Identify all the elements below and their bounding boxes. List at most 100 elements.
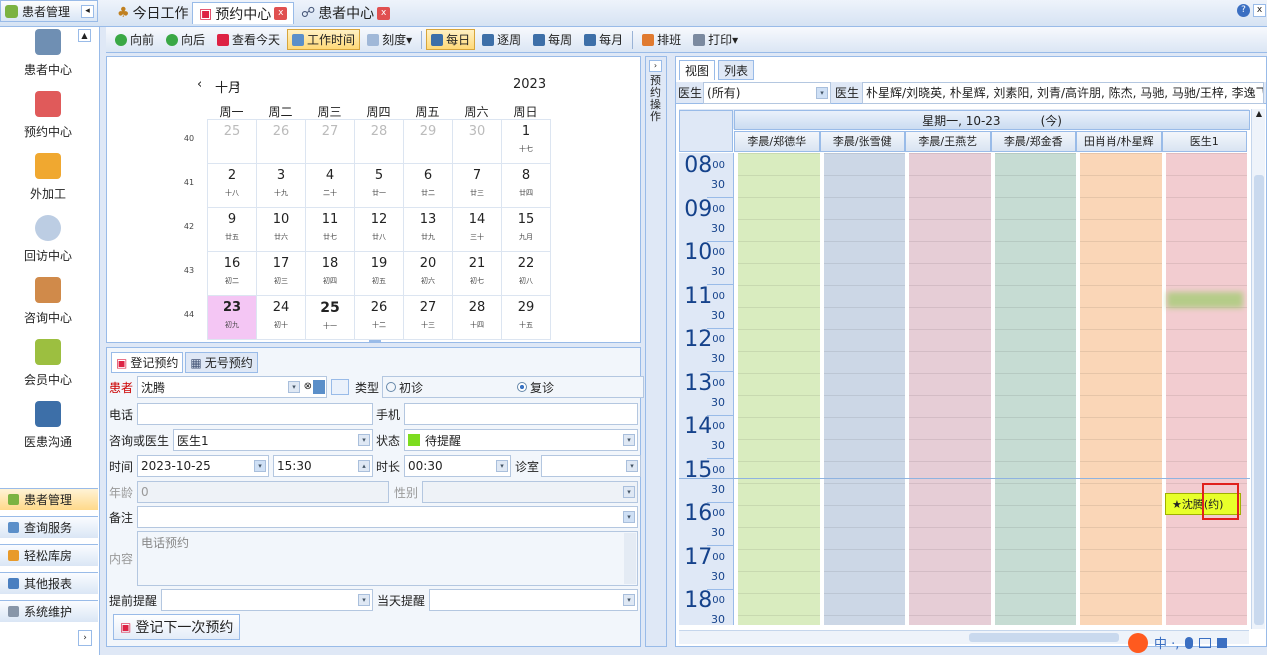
calendar-day[interactable]: 29 十五	[501, 295, 551, 340]
resource-column[interactable]	[1165, 153, 1247, 625]
resource-column-header[interactable]: 李晨/王燕艺	[905, 131, 991, 152]
calendar-day[interactable]: 7 廿三	[452, 163, 502, 208]
calendar-day[interactable]: 20 初六	[403, 251, 453, 296]
close-icon[interactable]: x	[377, 6, 391, 20]
patient-list-icon[interactable]	[331, 379, 349, 395]
scroll-thumb[interactable]	[1254, 175, 1264, 625]
scroll-up-icon[interactable]: ▲	[78, 29, 91, 42]
calendar-day[interactable]: 15 九月	[501, 207, 551, 252]
calendar-day[interactable]: 29	[403, 119, 453, 164]
resource-column[interactable]	[1080, 153, 1162, 625]
doctor-filter-select[interactable]: (所有) ▾	[703, 81, 832, 104]
nav-item-doctor-patient[interactable]: 医患沟通	[0, 401, 96, 450]
resource-column-header[interactable]: 李晨/郑金香	[990, 131, 1076, 152]
dropdown-icon[interactable]: ▾	[626, 460, 638, 472]
calendar-day[interactable]: 14 三十	[452, 207, 502, 252]
nav-item-consult-center[interactable]: 咨询中心	[0, 277, 96, 326]
calendar-day[interactable]: 10 廿六	[256, 207, 306, 252]
appointment-actions-strip[interactable]: › 预约操作	[645, 56, 667, 647]
calendar-day[interactable]: 5 廿一	[354, 163, 404, 208]
spinner-icon[interactable]: ▴	[358, 460, 370, 472]
expand-icon[interactable]: ›	[78, 630, 92, 646]
calendar-day[interactable]: 28	[354, 119, 404, 164]
accordion-query[interactable]: 查询服务	[0, 516, 98, 538]
calendar-day[interactable]: 27 十三	[403, 295, 453, 340]
resource-column[interactable]	[909, 153, 991, 625]
calendar-day[interactable]: 25 十一	[305, 295, 355, 340]
accordion-warehouse[interactable]: 轻松库房	[0, 544, 98, 566]
calendar-dropdown-icon[interactable]: ▾	[254, 460, 266, 472]
nav-header[interactable]: 患者管理 ◂	[0, 0, 98, 22]
time-picker[interactable]: 15:30 ▴	[273, 455, 373, 477]
resource-column-header[interactable]: 田肖肖/朴星辉	[1076, 131, 1162, 152]
add-patient-icon[interactable]	[313, 380, 325, 394]
prev-button[interactable]: 向前	[110, 29, 159, 50]
calendar-day[interactable]: 13 廿九	[403, 207, 453, 252]
register-next-button[interactable]: ▣ 登记下一次预约	[113, 614, 241, 640]
calendar-day[interactable]: 19 初五	[354, 251, 404, 296]
doctor-select[interactable]: 医生1 ▾	[173, 429, 373, 451]
month-view-button[interactable]: 每月	[579, 29, 628, 50]
dropdown-icon[interactable]: ▾	[358, 434, 370, 446]
calendar-day[interactable]: 1 十七	[501, 119, 551, 164]
note-select[interactable]: ▾	[137, 506, 638, 528]
calendar-day[interactable]: 2 十八	[207, 163, 257, 208]
accordion-patient-manage[interactable]: 患者管理	[0, 488, 98, 510]
tab-patient-center[interactable]: ☍ 患者中心 x	[294, 2, 397, 24]
nav-item-external-processing[interactable]: 外加工	[0, 153, 96, 202]
close-icon[interactable]: x	[274, 7, 288, 20]
accordion-system[interactable]: 系统维护	[0, 600, 98, 622]
tab-view[interactable]: 视图	[679, 60, 716, 80]
radio-first-visit[interactable]	[386, 382, 397, 392]
dropdown-icon[interactable]: ▾	[623, 434, 635, 446]
calendar-day[interactable]: 11 廿七	[305, 207, 355, 252]
month-prev-icon[interactable]: ‹	[197, 77, 202, 92]
calendar-day[interactable]: 26 十二	[354, 295, 404, 340]
calendar-day[interactable]: 22 初八	[501, 251, 551, 296]
resource-column-header[interactable]: 医生1	[1161, 131, 1247, 152]
dropdown-icon[interactable]: ▾	[358, 594, 370, 606]
month-next-icon[interactable]: ›	[235, 77, 240, 92]
accordion-reports[interactable]: 其他报表	[0, 572, 98, 594]
mobile-input[interactable]	[404, 403, 638, 425]
nav-item-member-center[interactable]: 会员中心	[0, 339, 96, 388]
ime-toolbar[interactable]: 中 ·,	[1128, 630, 1267, 655]
tab-list[interactable]: 列表	[718, 60, 755, 80]
date-picker[interactable]: 2023-10-25 ▾	[137, 455, 269, 477]
advance-remind-select[interactable]: ▾	[161, 589, 373, 611]
room-select[interactable]: ▾	[541, 455, 641, 477]
calendar-day[interactable]: 23 初九	[207, 295, 257, 340]
calendar-day[interactable]: 8 廿四	[501, 163, 551, 208]
resource-column[interactable]	[994, 153, 1076, 625]
dropdown-icon[interactable]: ▾	[623, 594, 635, 606]
week-view-button[interactable]: 每周	[528, 29, 577, 50]
resource-column[interactable]	[823, 153, 905, 625]
daily-view-button[interactable]: 每日	[426, 29, 476, 50]
calendar-day[interactable]: 21 初七	[452, 251, 502, 296]
splitter-handle[interactable]	[369, 340, 381, 343]
tab-today-work[interactable]: ♣ 今日工作	[110, 2, 196, 24]
content-textarea[interactable]: 电话预约	[137, 530, 638, 586]
status-select[interactable]: 待提醒 ▾	[404, 429, 638, 451]
calendar-day[interactable]: 17 初三	[256, 251, 306, 296]
tab-register-appointment[interactable]: ▣ 登记预约	[111, 352, 184, 373]
patient-input[interactable]: 沈腾 ▾ ⊗	[137, 376, 327, 398]
calendar-day[interactable]: 9 廿五	[207, 207, 257, 252]
calendar-day[interactable]: 18 初四	[305, 251, 355, 296]
tab-no-number-appointment[interactable]: ▦ 无号预约	[185, 352, 258, 373]
calendar-day[interactable]: 27	[305, 119, 355, 164]
expand-icon[interactable]: ›	[649, 60, 662, 72]
scale-dropdown[interactable]: 刻度▾	[362, 29, 417, 50]
radio-return-visit[interactable]	[517, 382, 528, 392]
dropdown-icon[interactable]: ▾	[816, 86, 829, 99]
calendar-day[interactable]: 12 廿八	[354, 207, 404, 252]
phone-input[interactable]	[137, 403, 373, 425]
calendar-day[interactable]: 26	[256, 119, 306, 164]
h-scroll-thumb[interactable]	[969, 633, 1119, 642]
doctor-list-field[interactable]: 朴星辉/刘晓英, 朴星辉, 刘素阳, 刘青/高许朋, 陈杰, 马驰, 马驰/王梓…	[862, 81, 1265, 104]
schedule-button[interactable]: 排班	[637, 29, 686, 50]
scroll-up-icon[interactable]: ▲	[1254, 109, 1264, 121]
print-dropdown[interactable]: 打印▾	[688, 29, 743, 50]
calendar-day[interactable]: 30	[452, 119, 502, 164]
calendar-day[interactable]: 28 十四	[452, 295, 502, 340]
